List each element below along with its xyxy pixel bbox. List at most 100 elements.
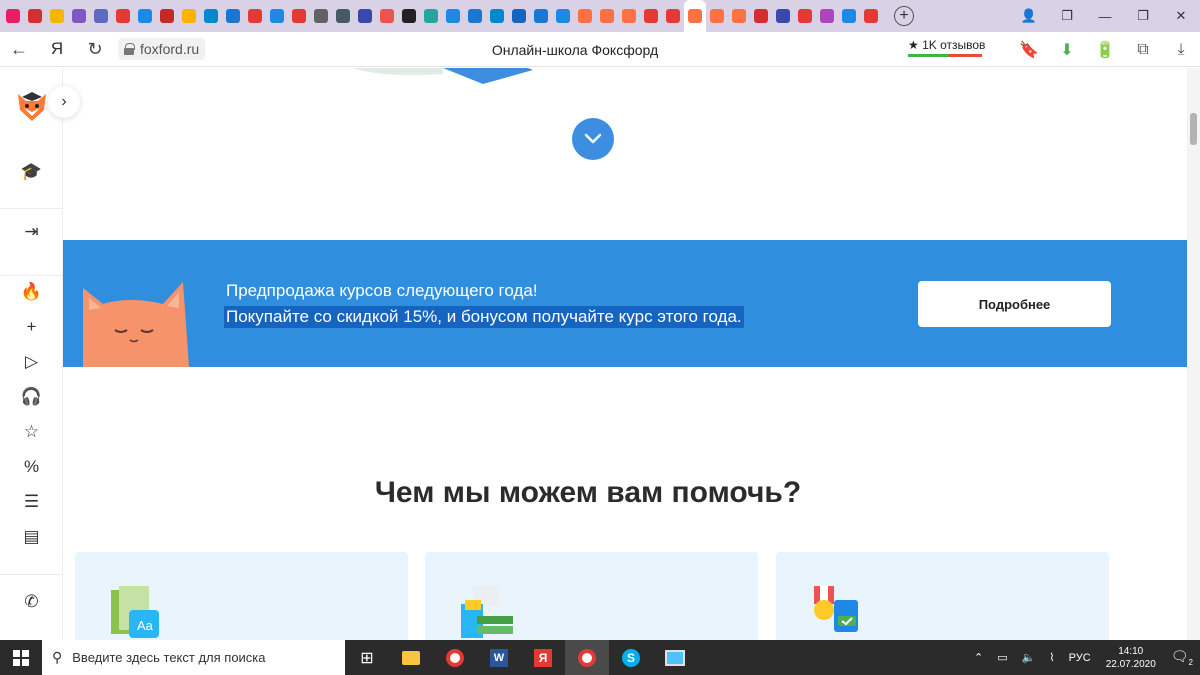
browser-tab[interactable]	[618, 0, 640, 32]
browser-tab[interactable]	[508, 0, 530, 32]
scrollbar-thumb[interactable]	[1190, 113, 1197, 145]
percent-icon[interactable]: %	[0, 453, 63, 481]
browser-tab[interactable]	[640, 0, 662, 32]
browser-tab[interactable]	[728, 0, 750, 32]
tab-favicon-icon	[864, 9, 878, 23]
skype-icon[interactable]: S	[609, 640, 653, 675]
word-icon[interactable]: W	[477, 640, 521, 675]
browser-tab[interactable]	[244, 0, 266, 32]
headphones-icon[interactable]: 🎧	[0, 383, 63, 411]
tab-favicon-icon	[666, 9, 680, 23]
volume-icon[interactable]: 🔈	[1015, 651, 1043, 664]
browser-tab[interactable]	[442, 0, 464, 32]
new-tab-button[interactable]: +	[894, 6, 914, 26]
tab-favicon-icon	[688, 9, 702, 23]
yandex-browser-active-icon[interactable]	[565, 640, 609, 675]
browser-tab[interactable]	[860, 0, 882, 32]
help-card[interactable]	[425, 552, 758, 640]
browser-tab[interactable]	[816, 0, 838, 32]
browser-tab[interactable]	[310, 0, 332, 32]
browser-tab[interactable]	[288, 0, 310, 32]
browser-tab[interactable]	[24, 0, 46, 32]
banner-line-2: Покупайте со скидкой 15%, и бонусом полу…	[224, 306, 744, 328]
start-button[interactable]	[0, 640, 42, 675]
yandex-browser-icon[interactable]	[433, 640, 477, 675]
clock[interactable]: 14:10 22.07.2020	[1098, 645, 1164, 671]
browser-tab[interactable]	[684, 0, 706, 32]
taskbar-search[interactable]: ⚲ Введите здесь текст для поиска	[42, 640, 345, 675]
browser-tab[interactable]	[134, 0, 156, 32]
browser-tab[interactable]	[68, 0, 90, 32]
chevron-up-icon[interactable]: ⌃	[967, 651, 990, 664]
tab-favicon-icon	[512, 9, 526, 23]
browser-tab[interactable]	[178, 0, 200, 32]
browser-tab[interactable]	[838, 0, 860, 32]
tab-favicon-icon	[72, 9, 86, 23]
browser-tab[interactable]	[794, 0, 816, 32]
dictionary-icon: Aa	[111, 586, 159, 638]
courses-icon[interactable]: 🎓	[0, 158, 63, 186]
browser-tab[interactable]	[552, 0, 574, 32]
extensions-icon[interactable]: ⧉	[1124, 41, 1162, 59]
browser-tab[interactable]	[398, 0, 420, 32]
details-button[interactable]: Подробнее	[918, 281, 1111, 327]
layout-icon[interactable]: ▤	[0, 523, 63, 551]
medal-icon	[814, 586, 858, 632]
sidebar-expand-button[interactable]: ›	[48, 86, 80, 118]
foxford-logo-icon[interactable]	[14, 88, 50, 124]
browser-tab[interactable]	[332, 0, 354, 32]
star-icon[interactable]: ☆	[0, 418, 63, 446]
task-view-icon[interactable]: ⊞	[345, 640, 389, 675]
browser-tab[interactable]	[376, 0, 398, 32]
windows-logo-icon	[13, 649, 29, 666]
window-controls: 👤 ❐ — ❐ ✕	[1010, 0, 1200, 32]
tab-favicon-icon	[116, 9, 130, 23]
browser-tab[interactable]	[156, 0, 178, 32]
phone-icon[interactable]: ✆	[0, 588, 63, 616]
battery-icon[interactable]: ▭	[990, 651, 1014, 664]
language-indicator[interactable]: РУС	[1062, 652, 1098, 664]
browser-tab[interactable]	[706, 0, 728, 32]
bookmark-icon[interactable]: 🔖	[1010, 40, 1048, 60]
snipping-tool-icon[interactable]	[653, 640, 697, 675]
scroll-down-button[interactable]	[572, 118, 614, 160]
browser-tab[interactable]	[200, 0, 222, 32]
browser-tab[interactable]	[662, 0, 684, 32]
collections-icon[interactable]: ❐	[1048, 0, 1086, 32]
help-card[interactable]: Aa	[75, 552, 408, 640]
reviews-badge[interactable]: ★ 1K отзывов	[908, 38, 985, 57]
browser-tab[interactable]	[112, 0, 134, 32]
browser-tab[interactable]	[354, 0, 376, 32]
browser-tab[interactable]	[90, 0, 112, 32]
browser-tab[interactable]	[596, 0, 618, 32]
browser-tab[interactable]	[222, 0, 244, 32]
profile-icon[interactable]: 👤	[1010, 0, 1048, 32]
browser-tab[interactable]	[266, 0, 288, 32]
notifications-icon[interactable]: 🗨2	[1164, 648, 1200, 667]
restore-icon[interactable]: ❐	[1124, 0, 1162, 32]
browser-tab[interactable]	[2, 0, 24, 32]
yandex-icon[interactable]: Я	[521, 640, 565, 675]
help-card[interactable]	[776, 552, 1109, 640]
browser-tab[interactable]	[420, 0, 442, 32]
plus-icon[interactable]: +	[0, 313, 63, 341]
browser-tab[interactable]	[750, 0, 772, 32]
minimize-icon[interactable]: —	[1086, 0, 1124, 32]
play-icon[interactable]: ▷	[0, 348, 63, 376]
downloads-icon[interactable]: ⤓	[1162, 41, 1200, 59]
download-arrow-icon[interactable]: ⬇	[1048, 40, 1086, 60]
list-icon[interactable]: ☰	[0, 488, 63, 516]
file-explorer-icon[interactable]	[389, 640, 433, 675]
browser-tab[interactable]	[464, 0, 486, 32]
fire-icon[interactable]: 🔥	[0, 278, 63, 306]
network-icon[interactable]: ⌇	[1042, 651, 1061, 664]
page-scrollbar[interactable]	[1187, 68, 1200, 640]
browser-tab[interactable]	[530, 0, 552, 32]
close-icon[interactable]: ✕	[1162, 0, 1200, 32]
battery-icon[interactable]: 🔋	[1086, 40, 1124, 60]
browser-tab[interactable]	[486, 0, 508, 32]
login-icon[interactable]: ⇥	[0, 218, 63, 246]
browser-tab[interactable]	[772, 0, 794, 32]
browser-tab[interactable]	[574, 0, 596, 32]
browser-tab[interactable]	[46, 0, 68, 32]
